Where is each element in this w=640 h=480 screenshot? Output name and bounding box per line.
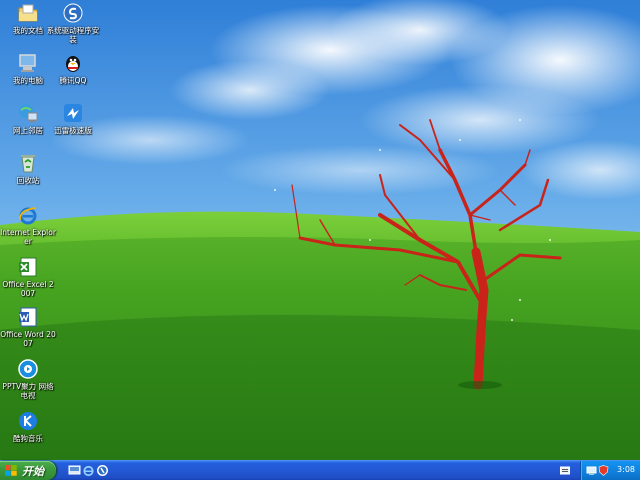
desktop-icon-label: Internet Explorer [0,228,56,246]
system-tray: 3:08 [580,461,640,480]
desktop-icon-internet-explorer[interactable]: Internet Explorer [0,204,56,246]
folder-icon [17,2,39,24]
desktop-icon-recycle-bin[interactable]: 回收站 [0,152,56,185]
windows-flag-icon [5,465,17,476]
word-icon [17,306,39,328]
desktop-icon-qq[interactable]: 腾讯QQ [45,52,101,85]
desktop-icon-label: Office Word 2007 [0,330,56,348]
internet-explorer-icon [17,204,39,226]
kugou-icon [17,410,39,432]
taskbar: 开始 3:08 [0,460,640,480]
desktop-icon-label: 系统驱动程序安装 [46,26,100,44]
desktop-icon-pptv[interactable]: PPTV聚力 网络电视 [0,358,56,400]
keyboard-icon[interactable] [560,466,570,475]
thunder-bird-icon [62,102,84,124]
taskbar-clock[interactable]: 3:08 [617,465,635,474]
desktop-icon-label: PPTV聚力 网络电视 [2,382,54,400]
desktop-icon-label: Office Excel 2007 [2,280,54,298]
desktop-icon-excel[interactable]: Office Excel 2007 [0,256,56,298]
start-label: 开始 [22,465,44,478]
desktop-icon-label: 腾讯QQ [59,76,87,85]
excel-icon [17,256,39,278]
start-button[interactable]: 开始 [0,461,56,480]
desktop-icon-label: 回收站 [16,176,40,185]
qq-penguin-icon [62,52,84,74]
desktop-icon-driver-setup[interactable]: 系统驱动程序安装 [45,2,101,44]
driver-setup-icon [62,2,84,24]
computer-icon [17,52,39,74]
driver-quicklaunch-icon[interactable] [96,464,109,477]
recycle-bin-icon [17,152,39,174]
network-icon [17,102,39,124]
desktop-icon-label: 酷狗音乐 [13,434,43,443]
pptv-icon [17,358,39,380]
desktop: 我的文档 系统驱动程序安装 我的电脑 腾讯QQ 网上邻居 迅雷极速版 回收站 I… [0,0,640,460]
desktop-icon-thunder[interactable]: 迅雷极速版 [45,102,101,135]
desktop-icon-word[interactable]: Office Word 2007 [0,306,56,348]
desktop-icon-label: 迅雷极速版 [54,126,92,135]
show-desktop-icon[interactable] [68,464,81,477]
security-shield-icon[interactable] [598,465,609,476]
network-tray-icon[interactable] [586,465,597,476]
desktop-icon-kugou[interactable]: 酷狗音乐 [0,410,56,443]
internet-explorer-quicklaunch-icon[interactable] [82,464,95,477]
